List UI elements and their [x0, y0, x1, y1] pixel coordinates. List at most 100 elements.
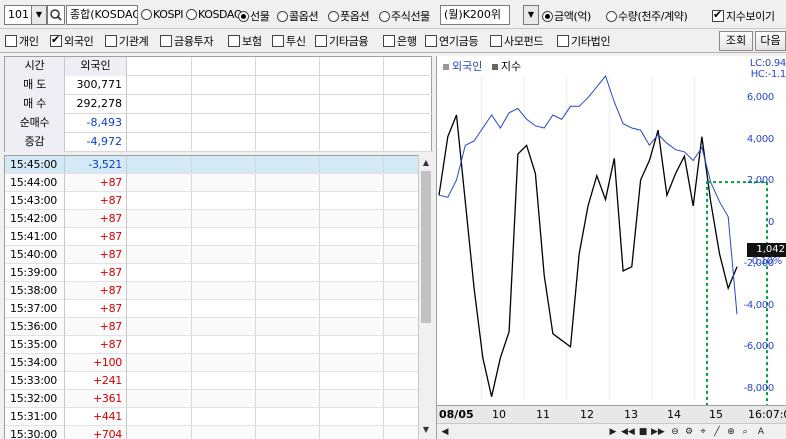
text-tool-icon[interactable]: A — [755, 426, 767, 438]
investor-checkbox-private-fund[interactable]: 사모펀드 — [490, 33, 544, 49]
time-row[interactable]: 15:36:00 +87 — [5, 318, 418, 336]
time-cell: 15:32:00 — [5, 390, 65, 408]
time-series-list[interactable]: 15:45:00 -3,521 15:44:00 +87 15:43:00 +87 15:4… — [4, 155, 418, 439]
column-divider — [319, 210, 320, 227]
settings-icon[interactable]: ⚙ — [683, 426, 695, 438]
radio-dot — [186, 9, 197, 20]
market-combo[interactable]: 종합(KOSDAQ — [66, 5, 138, 25]
list-vertical-scrollbar[interactable]: ▲ ▼ — [418, 155, 432, 439]
y-tick-label: -8,000 — [743, 382, 775, 394]
radio-dot — [606, 10, 617, 22]
value-cell: +361 — [65, 390, 127, 408]
chart-panel[interactable]: 외국인 지수 LC:0.94 HC:-1.1 6,000 4,000 2,000 0 -… — [436, 56, 786, 439]
radio-dot — [379, 10, 390, 22]
column-divider — [191, 372, 192, 389]
product-dropdown-button[interactable]: ▼ — [523, 5, 539, 25]
radio-label: KOSPI — [153, 8, 184, 21]
next-button[interactable]: 다음 — [755, 31, 786, 51]
radio-stock-futures[interactable]: 주식선물 — [379, 8, 430, 24]
time-row[interactable]: 15:34:00 +100 — [5, 354, 418, 372]
search-button[interactable] — [47, 5, 65, 25]
zoom-out-icon[interactable]: ⊖ — [669, 426, 681, 438]
product-combo[interactable]: (월)K200위 — [440, 5, 510, 25]
time-cell: 15:30:00 — [5, 426, 65, 439]
time-row[interactable]: 15:44:00 +87 — [5, 174, 418, 192]
investor-checkbox-other-corp[interactable]: 기타법인 — [557, 33, 611, 49]
radio-kospi[interactable]: KOSPI — [141, 8, 184, 21]
investor-checkbox-insurance[interactable]: 보험 — [228, 33, 262, 49]
crosshair-icon[interactable]: ⌖ — [697, 426, 709, 438]
time-row[interactable]: 15:32:00 +361 — [5, 390, 418, 408]
time-row[interactable]: 15:33:00 +241 — [5, 372, 418, 390]
radio-call-option[interactable]: 콜옵션 — [277, 8, 319, 24]
code-combo[interactable]: 101 — [4, 5, 32, 25]
investor-checkbox-individual[interactable]: 개인 — [5, 33, 39, 49]
time-row[interactable]: 15:30:00 +704 — [5, 426, 418, 439]
scroll-left-arrow-icon[interactable]: ◀ — [439, 426, 451, 438]
scroll-down-arrow-icon[interactable]: ▼ — [419, 423, 433, 437]
y-tick-label: 6,000 — [746, 92, 774, 103]
show-index-checkbox[interactable]: 지수보이기 — [712, 8, 775, 24]
time-cell: 15:40:00 — [5, 246, 65, 264]
column-divider — [191, 318, 192, 335]
chart-legend: 외국인 지수 — [443, 58, 521, 74]
fast-forward-icon[interactable]: ▶▶ — [651, 426, 665, 438]
column-divider — [255, 246, 256, 263]
time-row[interactable]: 15:37:00 +87 — [5, 300, 418, 318]
radio-put-option[interactable]: 풋옵션 — [328, 8, 370, 24]
radio-kosdaq[interactable]: KOSDAQ — [186, 8, 243, 21]
search-icon[interactable]: ⌕ — [739, 426, 751, 438]
value-cell: +87 — [65, 282, 127, 300]
column-divider — [383, 174, 384, 191]
top-toolbar: 101 ▼ 종합(KOSDAQ KOSPI KOSDAQ 선물 콜옵션 풋옵션 … — [0, 0, 786, 29]
investor-checkbox-investment-trust[interactable]: 투신 — [272, 33, 306, 49]
value-cell: +87 — [65, 300, 127, 318]
time-row[interactable]: 15:43:00 +87 — [5, 192, 418, 210]
checkbox-box — [383, 35, 395, 47]
zoom-in-icon[interactable]: ⊕ — [725, 426, 737, 438]
column-divider — [255, 390, 256, 407]
stop-icon[interactable]: ■ — [637, 426, 649, 438]
scroll-thumb[interactable] — [421, 171, 431, 323]
draw-line-icon[interactable]: ╱ — [711, 426, 723, 438]
chart-horizontal-scrollbar[interactable]: ◀ ▶ ◀◀ ■ ▶▶ ⊖ ⚙ ⌖ ╱ ⊕ ⌕ A — [437, 423, 786, 439]
x-label-date: 08/05 — [439, 408, 474, 421]
time-row[interactable]: 15:45:00 -3,521 — [5, 156, 418, 174]
time-row[interactable]: 15:35:00 +87 — [5, 336, 418, 354]
summary-row-change: 증감 -4,972 — [5, 133, 433, 152]
scroll-up-arrow-icon[interactable]: ▲ — [419, 156, 433, 170]
x-label: 14 — [667, 408, 681, 421]
radio-amount[interactable]: 금액(억) — [542, 8, 591, 24]
y-tick-label: -4,000 — [743, 299, 775, 311]
radio-futures[interactable]: 선물 — [238, 8, 270, 24]
column-divider — [319, 408, 320, 425]
series-line-foreign — [438, 114, 738, 397]
investor-checkbox-institution[interactable]: 기관계 — [105, 33, 149, 49]
code-dropdown-button[interactable]: ▼ — [31, 5, 47, 25]
column-divider — [319, 264, 320, 281]
checkbox-box — [490, 35, 502, 47]
checkbox-label: 기타법인 — [571, 35, 611, 48]
time-row[interactable]: 15:41:00 +87 — [5, 228, 418, 246]
investor-checkbox-pension[interactable]: 연기금등 — [425, 33, 479, 49]
radio-quantity[interactable]: 수량(천주/계약) — [606, 8, 688, 24]
time-row[interactable]: 15:31:00 +441 — [5, 408, 418, 426]
investor-checkbox-other-finance[interactable]: 기타금융 — [315, 33, 369, 49]
column-divider — [319, 57, 320, 151]
time-row[interactable]: 15:38:00 +87 — [5, 282, 418, 300]
query-button[interactable]: 조회 — [719, 31, 753, 51]
investor-checkbox-bank[interactable]: 은행 — [383, 33, 417, 49]
time-row[interactable]: 15:39:00 +87 — [5, 264, 418, 282]
checkbox-box — [712, 8, 724, 22]
summary-value: -4,972 — [65, 133, 127, 152]
time-row[interactable]: 15:40:00 +87 — [5, 246, 418, 264]
time-row[interactable]: 15:42:00 +87 — [5, 210, 418, 228]
investor-checkbox-financial-investment[interactable]: 금융투자 — [160, 33, 214, 49]
time-cell: 15:31:00 — [5, 408, 65, 426]
investor-checkbox-foreign[interactable]: 외국인 — [50, 33, 94, 49]
summary-label: 매 수 — [5, 95, 65, 114]
rewind-icon[interactable]: ◀◀ — [621, 426, 635, 438]
column-divider — [255, 426, 256, 439]
scroll-right-arrow-icon[interactable]: ▶ — [607, 426, 619, 438]
radio-dot — [238, 10, 249, 22]
